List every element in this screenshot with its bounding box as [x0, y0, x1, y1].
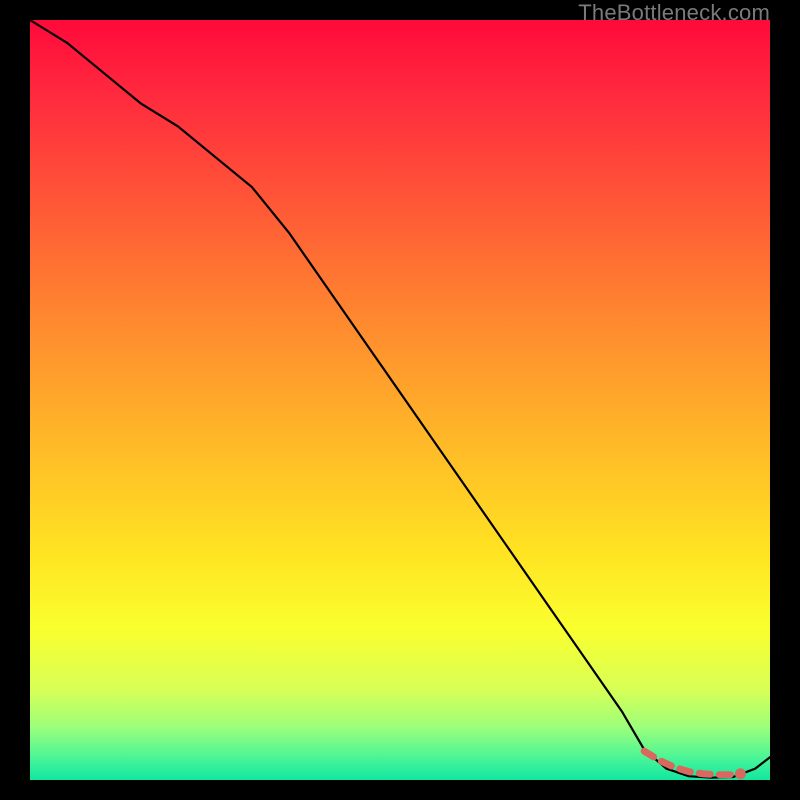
series-marker	[735, 768, 746, 779]
series-dashed	[644, 751, 733, 775]
chart-frame: TheBottleneck.com	[0, 0, 800, 800]
plot-area	[30, 20, 770, 780]
chart-svg	[30, 20, 770, 780]
series-curve	[30, 20, 770, 778]
